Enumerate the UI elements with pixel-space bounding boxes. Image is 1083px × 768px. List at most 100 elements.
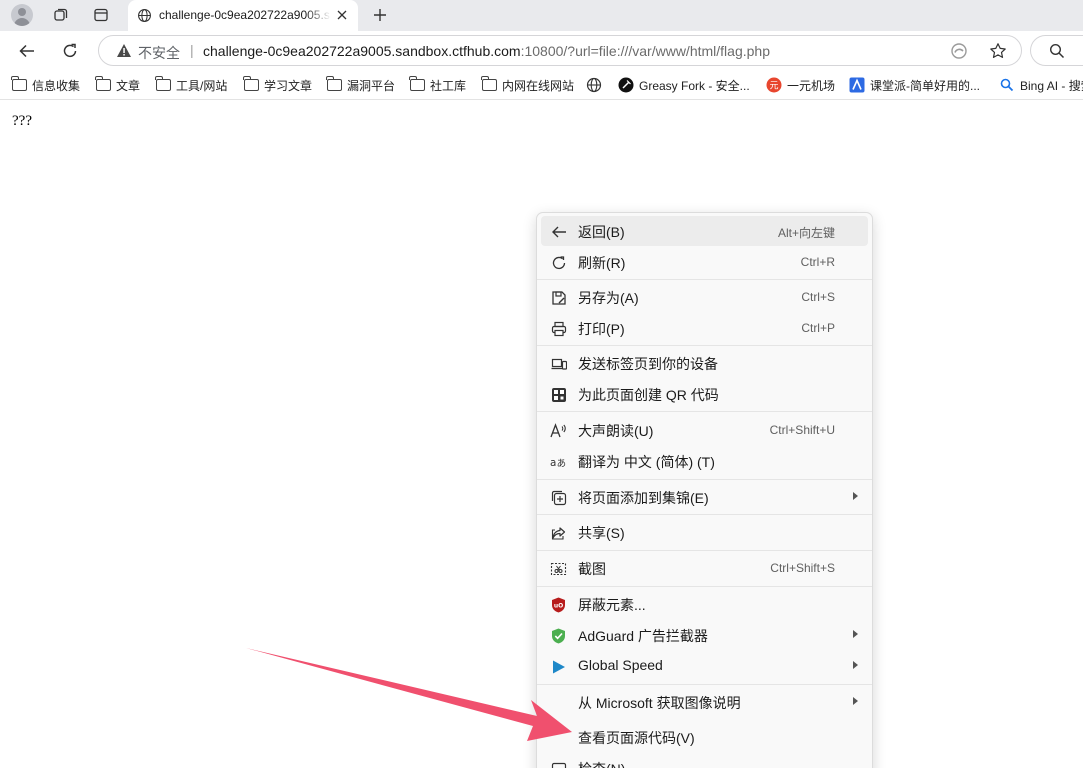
menu-item-shortcut: Ctrl+S [801, 290, 835, 304]
search-box[interactable] [1030, 35, 1083, 66]
inspect-icon [550, 760, 567, 768]
bookmark-folder[interactable]: 漏洞平台 [326, 76, 395, 94]
bookmark-folder[interactable]: 信息收集 [11, 76, 80, 94]
menu-item-label: 将页面添加到集锦(E) [578, 490, 709, 506]
menu-item-shortcut: Ctrl+P [801, 321, 835, 335]
global-speed-icon [550, 658, 567, 675]
folder-icon [481, 76, 497, 93]
bookmark-folder[interactable]: 内网在线网站 [481, 76, 574, 94]
folder-icon [11, 76, 27, 93]
bookmark-folder[interactable]: 学习文章 [243, 76, 312, 94]
menu-item-print[interactable]: 打印(P) Ctrl+P [541, 313, 868, 343]
profile-avatar[interactable] [11, 4, 33, 26]
edge-sync-icon[interactable] [949, 41, 969, 61]
airport-icon: 元 [766, 77, 782, 93]
menu-item-label: 返回(B) [578, 224, 625, 240]
menu-item-label: 截图 [578, 561, 606, 577]
menu-item-label: 翻译为 中文 (简体) (T) [578, 454, 715, 470]
menu-separator [537, 279, 872, 280]
ublock-icon: uO [550, 596, 567, 613]
menu-item-read-aloud[interactable]: 大声朗读(U) Ctrl+Shift+U [541, 415, 868, 445]
menu-separator [537, 411, 872, 412]
context-menu: 返回(B) Alt+向左键 刷新(R) Ctrl+R 另存为(A) Ctrl+S… [536, 212, 873, 768]
menu-item-shortcut: Ctrl+Shift+U [769, 423, 835, 437]
menu-separator [537, 684, 872, 685]
search-icon[interactable] [1047, 41, 1067, 61]
globe-icon [137, 8, 152, 28]
menu-item-add-to-collections[interactable]: 将页面添加到集锦(E) [541, 482, 868, 512]
share-icon [550, 524, 567, 541]
submenu-arrow-icon [853, 630, 858, 638]
bookmark-ketangpai[interactable]: 课堂派-简单好用的... [849, 76, 980, 94]
url-path: :10800/?url=file:///var/www/html/flag.ph… [520, 43, 770, 59]
url-text[interactable]: challenge-0c9ea202722a9005.sandbox.ctfhu… [203, 43, 770, 59]
svg-text:a: a [550, 457, 556, 469]
favorite-star-icon[interactable] [988, 41, 1008, 61]
menu-item-label: 屏蔽元素... [578, 597, 646, 613]
folder-icon [243, 76, 259, 93]
bookmark-label: Greasy Fork - 安全... [639, 78, 750, 93]
back-arrow-icon [19, 44, 34, 58]
submenu-arrow-icon [853, 492, 858, 500]
menu-item-back[interactable]: 返回(B) Alt+向左键 [541, 216, 868, 246]
address-bar[interactable]: 不安全 | challenge-0c9ea202722a9005.sandbox… [98, 35, 1022, 66]
bookmark-label: 学习文章 [264, 78, 313, 93]
menu-item-label: 另存为(A) [578, 290, 639, 306]
menu-separator [537, 586, 872, 587]
bookmark-airport[interactable]: 元一元机场 [766, 76, 835, 94]
bookmark-folder[interactable]: 社工库 [409, 76, 466, 94]
new-tab-button[interactable] [368, 4, 392, 26]
refresh-icon [550, 254, 567, 271]
menu-item-adguard[interactable]: AdGuard 广告拦截器 [541, 620, 868, 650]
svg-text:元: 元 [769, 82, 778, 92]
read-aloud-icon [550, 422, 567, 439]
workspaces-icon[interactable] [48, 3, 74, 27]
menu-item-share[interactable]: 共享(S) [541, 517, 868, 547]
bookmark-globe[interactable] [586, 76, 607, 94]
page-body-text: ??? [12, 113, 32, 129]
bookmarks-bar: 信息收集 文章 工具/网站 学习文章 漏洞平台 社工库 内网在线网站 Greas… [0, 70, 1083, 100]
toolbar: 不安全 | challenge-0c9ea202722a9005.sandbox… [0, 31, 1083, 70]
menu-item-refresh[interactable]: 刷新(R) Ctrl+R [541, 247, 868, 277]
bookmark-folder[interactable]: 工具/网站 [155, 76, 227, 94]
menu-item-shortcut: Ctrl+R [800, 255, 835, 269]
active-tab[interactable]: challenge-0c9ea202722a9005.san [128, 0, 358, 31]
globe-icon [586, 77, 602, 93]
menu-item-label: 为此页面创建 QR 代码 [578, 387, 719, 403]
back-arrow-icon [550, 223, 567, 240]
screenshot-icon [550, 560, 567, 577]
menu-item-global-speed[interactable]: Global Speed [541, 651, 868, 681]
tab-actions-icon[interactable] [88, 3, 114, 27]
refresh-button[interactable] [57, 38, 83, 64]
bookmark-greasyfork[interactable]: Greasy Fork - 安全... [618, 76, 750, 94]
menu-item-save-as[interactable]: 另存为(A) Ctrl+S [541, 282, 868, 312]
menu-item-inspect[interactable]: 检查(N) [541, 753, 868, 768]
folder-icon [95, 76, 111, 93]
menu-item-view-source[interactable]: 查看页面源代码(V) [541, 722, 868, 752]
warning-icon[interactable] [116, 43, 132, 63]
menu-separator [537, 550, 872, 551]
menu-item-screenshot[interactable]: 截图 Ctrl+Shift+S [541, 553, 868, 583]
print-icon [550, 320, 567, 337]
menu-item-qr-code[interactable]: 为此页面创建 QR 代码 [541, 379, 868, 409]
collections-icon [550, 489, 567, 506]
bookmark-label: 课堂派-简单好用的... [870, 78, 980, 93]
menu-item-label: 发送标签页到你的设备 [578, 356, 718, 372]
bookmark-folder[interactable]: 文章 [95, 76, 140, 94]
adguard-icon [550, 627, 567, 644]
menu-item-image-descriptions[interactable]: 从 Microsoft 获取图像说明 [541, 687, 868, 717]
bookmark-label: 文章 [116, 78, 141, 93]
close-icon[interactable] [334, 7, 350, 23]
folder-icon [155, 76, 171, 93]
menu-item-label: 共享(S) [578, 525, 625, 541]
menu-item-label: AdGuard 广告拦截器 [578, 628, 708, 644]
back-button[interactable] [14, 38, 40, 64]
svg-text:uO: uO [554, 602, 563, 609]
menu-item-send-to-device[interactable]: 发送标签页到你的设备 [541, 348, 868, 378]
menu-item-translate[interactable]: aあ 翻译为 中文 (简体) (T) [541, 446, 868, 476]
bookmark-label: Bing AI - 搜索 [1020, 78, 1083, 93]
menu-item-block-element[interactable]: uO 屏蔽元素... [541, 589, 868, 619]
svg-text:あ: あ [557, 458, 566, 469]
bookmark-bing[interactable]: Bing AI - 搜索 [999, 76, 1083, 94]
security-label[interactable]: 不安全 [138, 43, 180, 63]
